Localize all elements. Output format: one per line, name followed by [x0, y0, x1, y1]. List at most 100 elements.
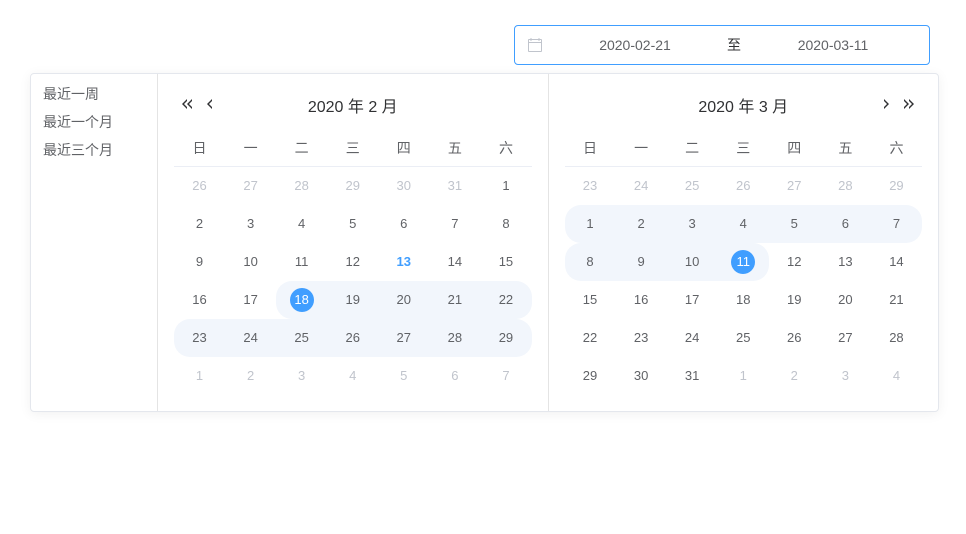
- date-cell: 6: [429, 357, 480, 395]
- weekday-header: 五: [429, 130, 480, 167]
- date-cell[interactable]: 5: [769, 205, 820, 243]
- date-cell[interactable]: 25: [718, 319, 769, 357]
- date-cell-value: 26: [782, 326, 806, 350]
- date-cell[interactable]: 3: [225, 205, 276, 243]
- start-date-value: 2020-02-21: [551, 37, 719, 53]
- calendar-left-header: 2020 年 2 月: [174, 90, 532, 120]
- date-cell[interactable]: 19: [769, 281, 820, 319]
- date-cell[interactable]: 26: [769, 319, 820, 357]
- weekday-header: 六: [480, 130, 531, 167]
- date-cell[interactable]: 8: [480, 205, 531, 243]
- date-cell[interactable]: 6: [378, 205, 429, 243]
- date-cell[interactable]: 20: [378, 281, 429, 319]
- date-cell[interactable]: 20: [820, 281, 871, 319]
- next-month-button[interactable]: [878, 94, 894, 116]
- date-cell[interactable]: 27: [378, 319, 429, 357]
- date-cell[interactable]: 16: [174, 281, 225, 319]
- date-cell[interactable]: 14: [871, 243, 922, 281]
- date-cell[interactable]: 5: [327, 205, 378, 243]
- date-cell[interactable]: 12: [769, 243, 820, 281]
- date-cell-value: 4: [290, 212, 314, 236]
- date-cell-value: 23: [188, 326, 212, 350]
- date-cell[interactable]: 13: [820, 243, 871, 281]
- date-cell[interactable]: 11: [718, 243, 769, 281]
- date-cell[interactable]: 10: [667, 243, 718, 281]
- date-cell[interactable]: 3: [667, 205, 718, 243]
- date-cell: 2: [225, 357, 276, 395]
- date-cell-value: 2: [239, 364, 263, 388]
- date-cell[interactable]: 21: [429, 281, 480, 319]
- date-cell-value: 27: [782, 174, 806, 198]
- date-cell-value: 20: [833, 288, 857, 312]
- prev-month-button[interactable]: [202, 94, 218, 116]
- date-cell[interactable]: 18: [718, 281, 769, 319]
- date-cell[interactable]: 29: [565, 357, 616, 395]
- date-cell: 24: [616, 167, 667, 205]
- date-cell[interactable]: 31: [667, 357, 718, 395]
- date-cell: 3: [276, 357, 327, 395]
- date-cell[interactable]: 18: [276, 281, 327, 319]
- date-cell[interactable]: 15: [480, 243, 531, 281]
- date-cell-value: 26: [731, 174, 755, 198]
- date-cell[interactable]: 17: [667, 281, 718, 319]
- date-cell[interactable]: 1: [480, 167, 531, 205]
- date-cell[interactable]: 15: [565, 281, 616, 319]
- date-cell[interactable]: 9: [616, 243, 667, 281]
- date-cell[interactable]: 25: [276, 319, 327, 357]
- date-cell: 1: [718, 357, 769, 395]
- date-cell[interactable]: 2: [174, 205, 225, 243]
- date-cell-value: 29: [494, 326, 518, 350]
- date-cell[interactable]: 22: [480, 281, 531, 319]
- date-cell[interactable]: 28: [429, 319, 480, 357]
- date-cell[interactable]: 29: [480, 319, 531, 357]
- date-cell-value: 16: [629, 288, 653, 312]
- date-cell-value: 30: [392, 174, 416, 198]
- date-cell: 26: [718, 167, 769, 205]
- date-cell[interactable]: 27: [820, 319, 871, 357]
- date-cell[interactable]: 7: [429, 205, 480, 243]
- shortcut-last-month[interactable]: 最近一个月: [31, 108, 157, 136]
- date-cell[interactable]: 19: [327, 281, 378, 319]
- date-cell[interactable]: 17: [225, 281, 276, 319]
- calendar-right-header: 2020 年 3 月: [565, 90, 923, 120]
- shortcut-last-week[interactable]: 最近一周: [31, 80, 157, 108]
- date-cell[interactable]: 14: [429, 243, 480, 281]
- date-cell[interactable]: 30: [616, 357, 667, 395]
- weekday-header: 三: [718, 130, 769, 167]
- date-cell[interactable]: 10: [225, 243, 276, 281]
- date-cell[interactable]: 13: [378, 243, 429, 281]
- date-cell[interactable]: 2: [616, 205, 667, 243]
- date-range-input[interactable]: 2020-02-21 至 2020-03-11: [514, 25, 930, 65]
- date-cell-value: 6: [392, 212, 416, 236]
- date-cell[interactable]: 4: [276, 205, 327, 243]
- date-cell[interactable]: 22: [565, 319, 616, 357]
- date-cell-value: 4: [341, 364, 365, 388]
- date-cell[interactable]: 16: [616, 281, 667, 319]
- date-cell[interactable]: 21: [871, 281, 922, 319]
- date-cell[interactable]: 11: [276, 243, 327, 281]
- date-cell[interactable]: 28: [871, 319, 922, 357]
- date-cell[interactable]: 4: [718, 205, 769, 243]
- date-cell-value: 4: [884, 364, 908, 388]
- date-cell[interactable]: 23: [616, 319, 667, 357]
- prev-year-button[interactable]: [178, 94, 196, 116]
- date-cell[interactable]: 26: [327, 319, 378, 357]
- date-cell[interactable]: 23: [174, 319, 225, 357]
- date-cell[interactable]: 24: [667, 319, 718, 357]
- date-cell[interactable]: 12: [327, 243, 378, 281]
- date-cell[interactable]: 24: [225, 319, 276, 357]
- calendar-right-title: 2020 年 3 月: [698, 93, 788, 117]
- shortcut-last-three-months[interactable]: 最近三个月: [31, 136, 157, 164]
- date-cell[interactable]: 6: [820, 205, 871, 243]
- date-cell[interactable]: 8: [565, 243, 616, 281]
- date-cell: 23: [565, 167, 616, 205]
- date-cell[interactable]: 1: [565, 205, 616, 243]
- date-cell-value: 2: [188, 212, 212, 236]
- date-cell[interactable]: 9: [174, 243, 225, 281]
- date-cell-value: 13: [392, 250, 416, 274]
- date-cell[interactable]: 7: [871, 205, 922, 243]
- date-cell-value: 2: [782, 364, 806, 388]
- date-cell-value: 23: [629, 326, 653, 350]
- next-year-button[interactable]: [900, 94, 918, 116]
- date-cell-value: 11: [731, 250, 755, 274]
